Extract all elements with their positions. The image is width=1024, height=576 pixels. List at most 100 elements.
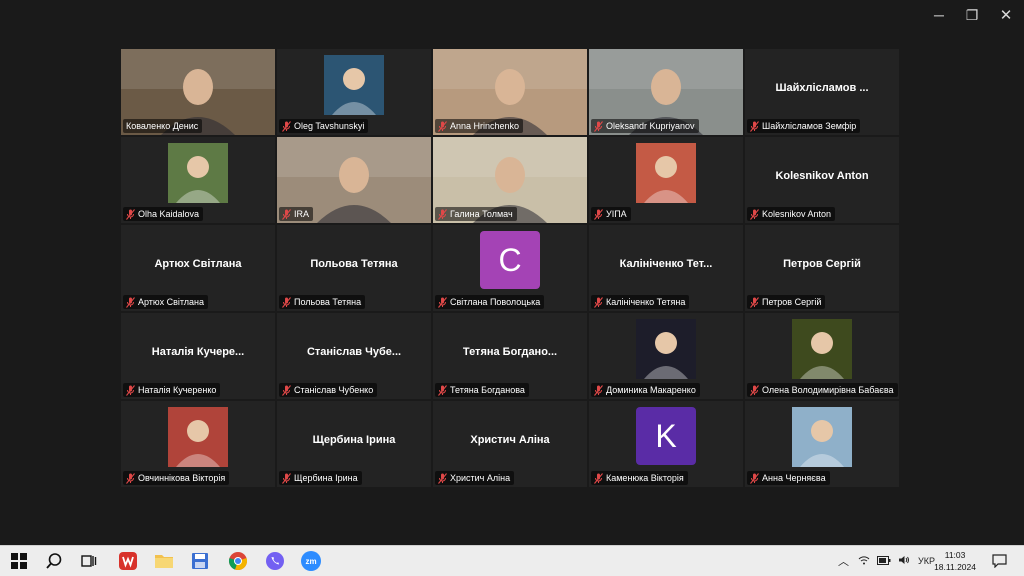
participant-avatar (324, 55, 384, 116)
participant-name: Польова Тетяна (294, 297, 362, 307)
viber-icon[interactable] (264, 550, 286, 572)
network-icon[interactable] (858, 555, 870, 567)
participant-tile[interactable]: Kolesnikov Anton Kolesnikov Anton (745, 137, 899, 223)
wps-office-icon[interactable] (117, 550, 139, 572)
participant-tile[interactable]: Артюх Світлана Артюх Світлана (121, 225, 275, 311)
participant-name-label: Галина Толмач (435, 207, 517, 221)
participant-tile[interactable]: Шайхлісламов ... Шайхлісламов Земфір (745, 49, 899, 135)
avatar-image (792, 407, 852, 468)
participant-name-label: Артюх Світлана (123, 295, 209, 309)
participant-name-label: Anna Hrinchenko (435, 119, 524, 133)
participant-tile[interactable]: Овчиннікова Вікторія (121, 401, 275, 487)
participant-tile[interactable]: K Каменюка Вікторія (589, 401, 743, 487)
avatar-image (324, 55, 384, 116)
muted-mic-icon (282, 296, 291, 308)
system-tray: ︿ УКР (838, 546, 935, 576)
muted-mic-icon (594, 472, 603, 484)
muted-mic-icon (438, 208, 447, 220)
participant-name: Тетяна Богданова (450, 385, 525, 395)
participant-tile[interactable]: Христич Аліна Христич Аліна (433, 401, 587, 487)
participant-tile[interactable]: Oleg Tavshunskyi (277, 49, 431, 135)
notifications-icon[interactable] (988, 550, 1010, 572)
file-explorer-icon[interactable] (153, 550, 175, 572)
participant-name: Галина Толмач (450, 209, 513, 219)
close-button[interactable]: ✕ (992, 4, 1020, 26)
participant-name: Oleg Tavshunskyi (294, 121, 365, 131)
participant-name: Шайхлісламов Земфір (762, 121, 857, 131)
windows-start-icon[interactable] (8, 550, 30, 572)
maximize-button[interactable]: ❐ (958, 4, 986, 26)
participant-name-label: Калініченко Тетяна (591, 295, 690, 309)
clock[interactable]: 11:03 18.11.2024 (934, 549, 976, 573)
participant-tile[interactable]: Анна Черняєва (745, 401, 899, 487)
minimize-button[interactable]: ─ (925, 4, 953, 26)
participant-display-name: Шайхлісламов ... (775, 82, 869, 94)
participant-tile[interactable]: Anna Hrinchenko (433, 49, 587, 135)
muted-mic-icon (750, 296, 759, 308)
participant-tile[interactable]: Петров Сергій Петров Сергій (745, 225, 899, 311)
participant-name-label: Петров Сергій (747, 295, 826, 309)
participant-initial-avatar: C (480, 231, 540, 290)
participant-name: Щербина Ірина (294, 473, 358, 483)
participant-name-label: Каменюка Вікторія (591, 471, 688, 485)
participant-avatar (792, 319, 852, 380)
participant-tile[interactable]: Коваленко Денис (121, 49, 275, 135)
participant-name: Oleksandr Kupriyanov (606, 121, 695, 131)
participant-name-label: Тетяна Богданова (435, 383, 529, 397)
participant-tile[interactable]: Щербина Ірина Щербина Ірина (277, 401, 431, 487)
search-icon[interactable] (43, 550, 65, 572)
save-disk-icon[interactable] (189, 550, 211, 572)
participant-display-name: Щербина Ірина (312, 434, 396, 446)
participant-tile[interactable]: Станіслав Чубе... Станіслав Чубенко (277, 313, 431, 399)
muted-mic-icon (282, 120, 291, 132)
participant-tile[interactable]: Галина Толмач (433, 137, 587, 223)
participant-tile[interactable]: Олена Володимирівна Бабаєва (745, 313, 899, 399)
participant-name-label: Olha Kaidalova (123, 207, 204, 221)
participant-name: Наталія Кучеренко (138, 385, 217, 395)
participant-name: Станіслав Чубенко (294, 385, 374, 395)
muted-mic-icon (282, 472, 291, 484)
participant-name-label: Анна Черняєва (747, 471, 830, 485)
zoom-app-icon[interactable]: zm (300, 550, 322, 572)
task-view-icon[interactable] (78, 550, 100, 572)
participant-name: Коваленко Денис (126, 121, 199, 131)
participant-display-name: Калініченко Тет... (619, 258, 713, 270)
muted-mic-icon (594, 120, 603, 132)
muted-mic-icon (126, 296, 135, 308)
participant-name: Anna Hrinchenko (450, 121, 520, 131)
participant-tile[interactable]: Наталія Кучере... Наталія Кучеренко (121, 313, 275, 399)
participant-tile[interactable]: Калініченко Тет... Калініченко Тетяна (589, 225, 743, 311)
participant-avatar (792, 407, 852, 468)
input-language[interactable]: УКР (918, 556, 935, 566)
participant-tile[interactable]: Тетяна Богдано... Тетяна Богданова (433, 313, 587, 399)
title-bar: ─ ❐ ✕ (0, 0, 1024, 30)
muted-mic-icon (594, 384, 603, 396)
participant-tile[interactable]: УІПА (589, 137, 743, 223)
participant-name: Olha Kaidalova (138, 209, 200, 219)
volume-icon[interactable] (898, 555, 910, 567)
avatar-image (636, 143, 696, 204)
participant-name: УІПА (606, 209, 627, 219)
participant-tile[interactable]: IRA (277, 137, 431, 223)
participant-name-label: IRA (279, 207, 314, 221)
participant-tile[interactable]: Польова Тетяна Польова Тетяна (277, 225, 431, 311)
muted-mic-icon (438, 296, 447, 308)
muted-mic-icon (594, 208, 603, 220)
participant-tile[interactable]: Доминика Макаренко (589, 313, 743, 399)
participant-tile[interactable]: Oleksandr Kupriyanov (589, 49, 743, 135)
chevron-up-icon[interactable]: ︿ (838, 553, 849, 569)
participant-name-label: Щербина Ірина (279, 471, 362, 485)
muted-mic-icon (282, 384, 291, 396)
participant-name: Овчиннікова Вікторія (138, 473, 226, 483)
muted-mic-icon (750, 208, 759, 220)
chrome-icon[interactable] (227, 550, 249, 572)
muted-mic-icon (126, 208, 135, 220)
muted-mic-icon (594, 296, 603, 308)
participant-name-label: Овчиннікова Вікторія (123, 471, 230, 485)
gallery-view: Коваленко Денис Oleg Tavshunskyi Anna Hrin… (121, 49, 902, 488)
participant-tile[interactable]: C Світлана Поволоцька (433, 225, 587, 311)
battery-icon[interactable] (877, 555, 891, 567)
participant-tile[interactable]: Olha Kaidalova (121, 137, 275, 223)
muted-mic-icon (282, 208, 291, 220)
participant-name-label: Польова Тетяна (279, 295, 366, 309)
